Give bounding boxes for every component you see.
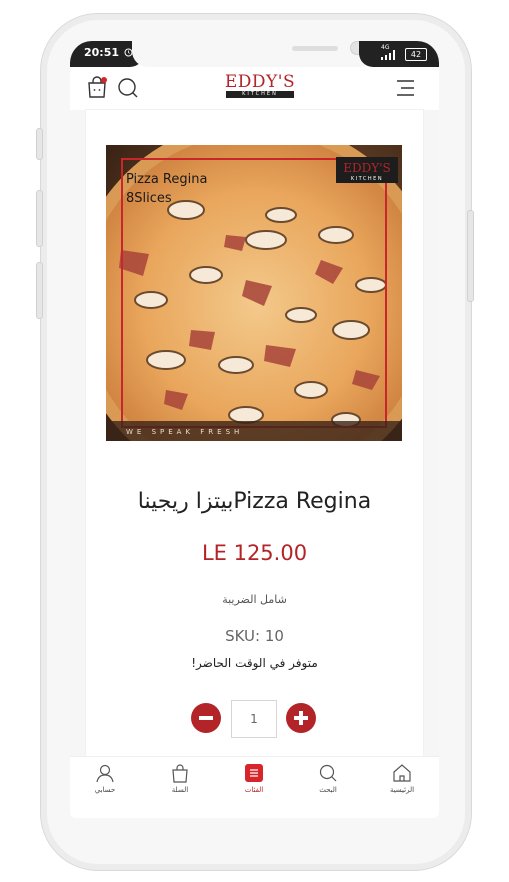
image-caption-slices: 8Slices	[126, 191, 172, 206]
bag-icon[interactable]	[86, 75, 108, 99]
nav-search[interactable]: البحث	[298, 763, 358, 794]
phone-power-button	[467, 210, 474, 302]
nav-account[interactable]: حسابي	[75, 763, 135, 794]
nav-search-icon	[319, 764, 337, 782]
quantity-input[interactable]: 1	[231, 700, 277, 738]
phone-volume-down-button	[36, 262, 43, 319]
brand-logo[interactable]: EDDY'S KITCHEN	[220, 74, 300, 98]
brand-logo-text: EDDY'S	[224, 72, 296, 92]
search-icon[interactable]	[117, 77, 139, 99]
nav-categories-label: الفئات	[244, 786, 264, 794]
image-slogan: WE SPEAK FRESH	[126, 428, 243, 436]
pizza-image-art: EDDY'S KITCHEN Pizza Regina 8Slices WE S…	[106, 145, 402, 441]
battery-icon: 42	[405, 48, 427, 61]
cart-bag-icon	[172, 764, 188, 783]
phone-speaker	[292, 46, 338, 51]
image-logo-text: EDDY'S	[343, 161, 390, 175]
brand-logo-subtitle: KITCHEN	[226, 91, 294, 98]
nav-account-label: حسابي	[94, 786, 116, 794]
categories-icon	[245, 764, 263, 782]
increase-quantity-button[interactable]	[286, 703, 316, 733]
bottom-navigation: حسابي السلة الفئات البحث الرئيسية	[70, 756, 439, 818]
product-price: LE 125.00	[201, 541, 308, 565]
image-caption-title: Pizza Regina	[126, 172, 207, 187]
nav-cart-label: السلة	[171, 786, 189, 794]
plus-icon	[294, 711, 308, 725]
phone-notch	[132, 41, 377, 67]
home-icon	[393, 764, 411, 782]
tax-note: شامل الضريبة	[222, 593, 287, 606]
phone-volume-up-button	[36, 190, 43, 247]
nav-cart[interactable]: السلة	[150, 763, 210, 794]
app-header: EDDY'S KITCHEN	[70, 67, 439, 110]
product-image[interactable]: EDDY'S KITCHEN Pizza Regina 8Slices WE S…	[106, 145, 402, 441]
battery-level: 42	[410, 50, 422, 59]
signal-icon	[381, 50, 395, 60]
nav-home[interactable]: الرئيسية	[372, 763, 432, 794]
availability-status: !متوفر في الوقت الحاضر	[191, 656, 318, 670]
user-icon	[96, 764, 114, 783]
status-bar-right: 4G 42	[359, 41, 439, 67]
nav-categories[interactable]: الفئات	[224, 763, 284, 794]
image-logo-subtitle: KITCHEN	[351, 176, 383, 182]
menu-icon[interactable]	[395, 80, 415, 96]
status-bar: 20:51 4G 42	[70, 41, 439, 67]
decrease-quantity-button[interactable]	[191, 703, 221, 733]
product-title: بيتزا ريجيناPizza Regina	[137, 489, 372, 514]
nav-search-label: البحث	[319, 786, 337, 794]
phone-screen: 20:51 4G 42 EDDY'S KITCHEN EDDY'S KITCHE…	[70, 41, 439, 818]
nav-home-label: الرئيسية	[389, 786, 415, 794]
minus-icon	[199, 716, 213, 720]
status-time: 20:51	[84, 46, 120, 59]
phone-side-button	[36, 128, 43, 160]
product-sku: SKU: 10	[225, 627, 284, 645]
